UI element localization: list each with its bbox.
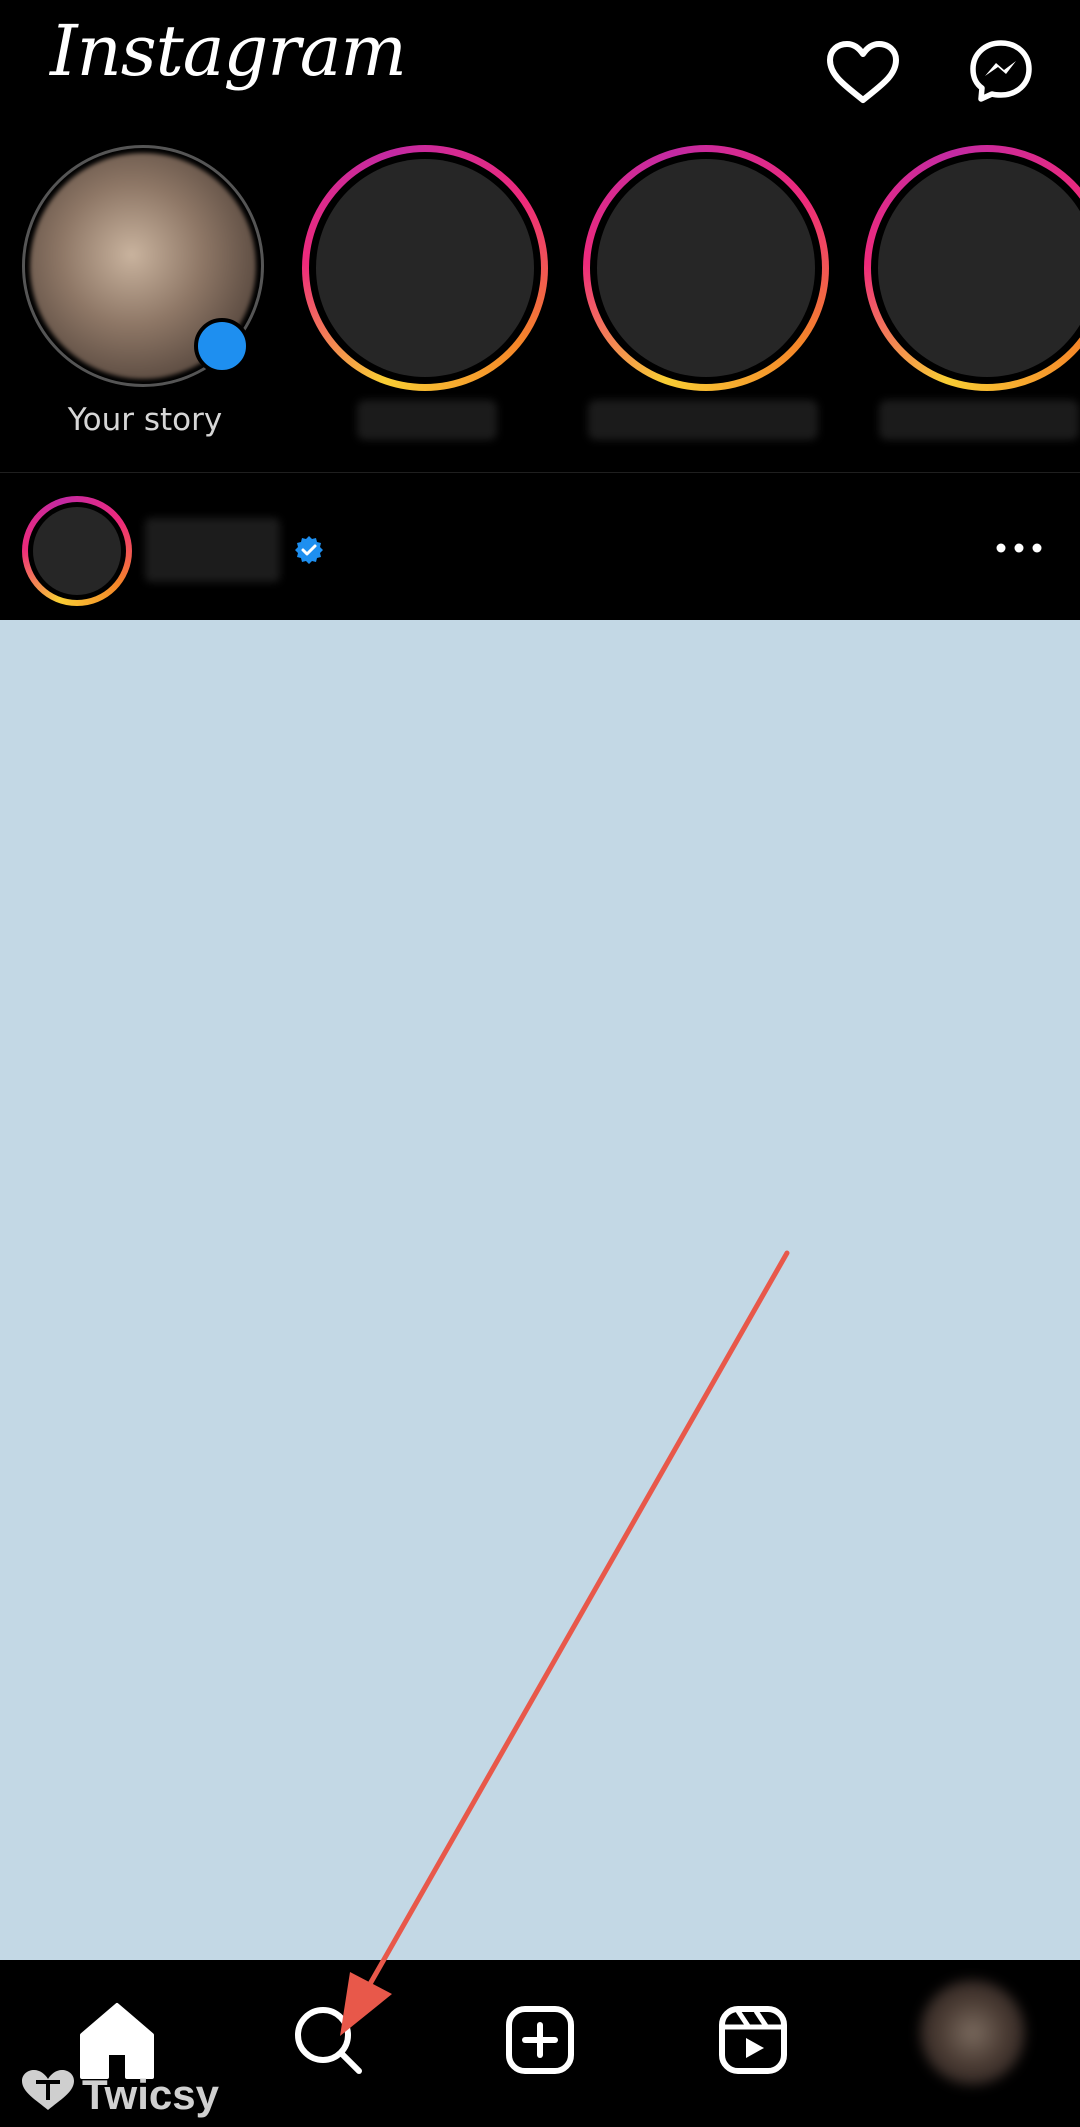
divider bbox=[0, 472, 1080, 473]
story-username-blurred bbox=[357, 400, 497, 440]
twicsy-logo-icon bbox=[22, 2070, 74, 2110]
messenger-icon[interactable] bbox=[968, 38, 1034, 104]
create-post-icon[interactable] bbox=[495, 1995, 585, 2085]
reels-icon[interactable] bbox=[708, 1995, 798, 2085]
story-item[interactable] bbox=[583, 145, 833, 445]
more-options-icon[interactable] bbox=[994, 530, 1044, 566]
story-item[interactable] bbox=[864, 145, 1080, 445]
your-story-label: Your story bbox=[67, 402, 223, 438]
add-story-icon[interactable] bbox=[194, 318, 250, 374]
post-username-blurred[interactable] bbox=[145, 518, 280, 582]
avatar[interactable] bbox=[33, 507, 121, 595]
heart-icon[interactable] bbox=[826, 40, 900, 104]
top-bar: Instagram bbox=[0, 0, 1080, 140]
post-image[interactable] bbox=[0, 620, 1080, 1960]
story-username-blurred bbox=[879, 400, 1079, 440]
avatar bbox=[316, 159, 534, 377]
verified-badge-icon bbox=[295, 536, 323, 564]
watermark-text: Twicsy bbox=[82, 2071, 219, 2118]
search-icon[interactable] bbox=[283, 1995, 373, 2085]
story-username-blurred bbox=[588, 400, 818, 440]
story-item[interactable] bbox=[302, 145, 552, 445]
avatar bbox=[878, 159, 1080, 377]
avatar bbox=[597, 159, 815, 377]
instagram-logo: Instagram bbox=[50, 10, 407, 92]
profile-avatar[interactable] bbox=[920, 1980, 1025, 2085]
